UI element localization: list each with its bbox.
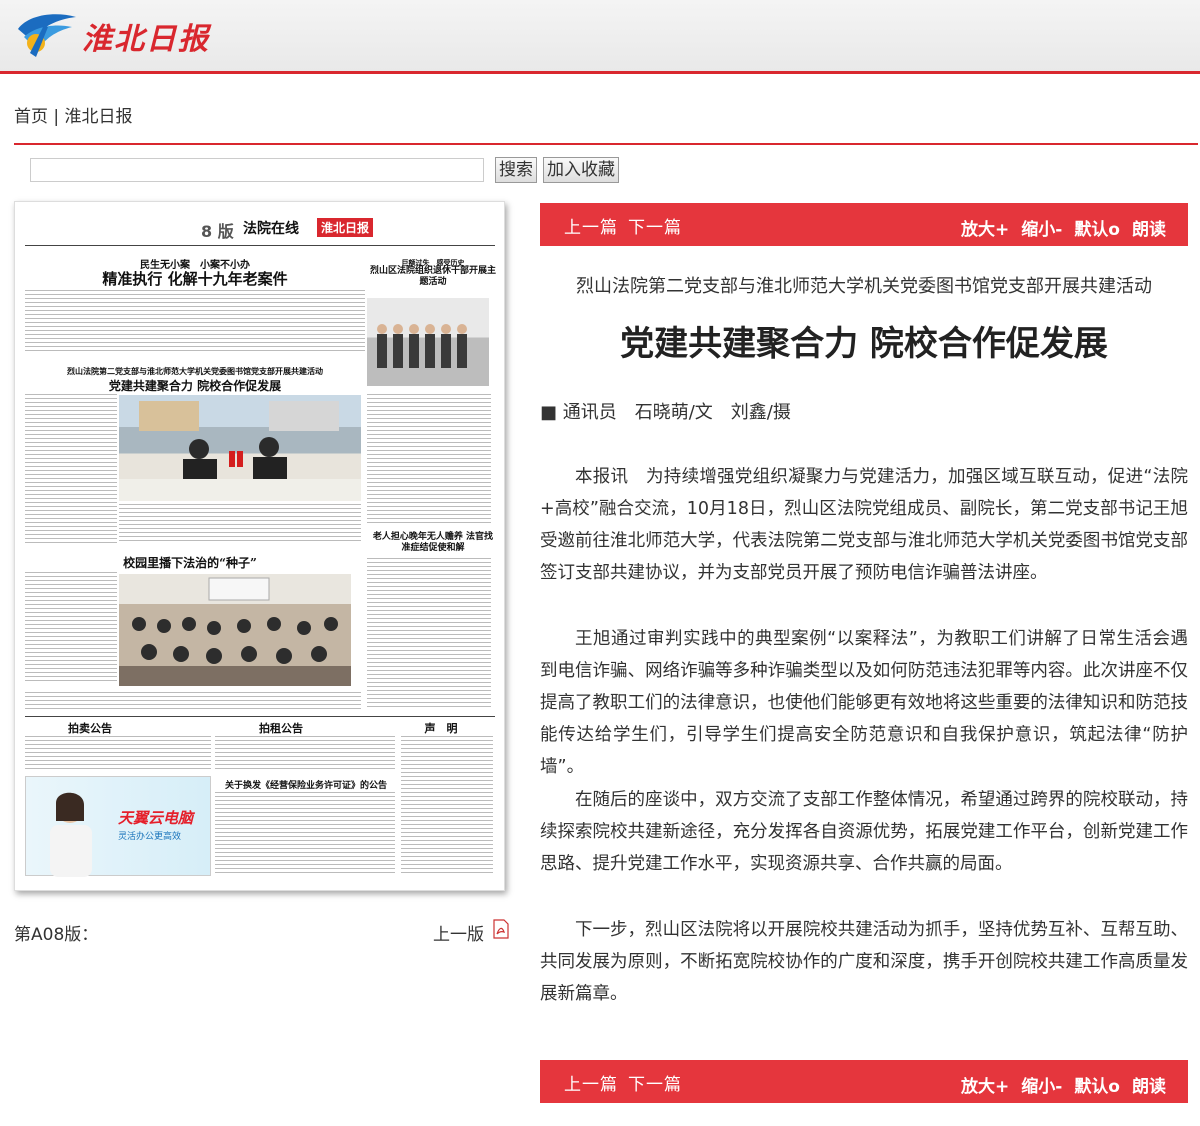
add-favorite-button[interactable]: 加入收藏 [543,157,619,183]
paper-headline: 精准执行 化解十九年老案件 [102,270,288,288]
ad-subtitle: 灵活办公更高效 [118,832,182,842]
ad-title: 天翼云电脑 [118,809,194,827]
pdf-icon[interactable] [492,919,510,939]
article-tools: 放大+ 缩小- 默认o 朗读 [949,215,1166,240]
search-input[interactable] [30,158,484,182]
prev-article-link[interactable]: 上一篇 [564,218,618,238]
breadcrumb-current[interactable]: 淮北日报 [65,107,133,127]
paper-photo-signing [119,395,361,501]
breadcrumb-separator: | [48,107,65,127]
article-paragraph: 下一步，烈山区法院将以开展院校共建活动为抓手，坚持优势互补、互帮互助、共同发展为… [540,920,1188,1004]
paper-section-name: 法院在线 [243,221,299,237]
photo-illustration [377,324,467,368]
article-toolbar-bottom: 上一篇 下一篇 放大+ 缩小- 默认o 朗读 [540,1060,1188,1103]
zoom-out-button[interactable]: 缩小- [1021,1077,1062,1097]
paper-photo-group [367,298,489,386]
paper-notice-title: 拍卖公告 [68,722,112,735]
zoom-in-button[interactable]: 放大+ [961,1077,1009,1097]
article-paragraph: 本报讯 为持续增强党组织凝聚力与党建活力，加强区域互联互动，促进“法院+高校”融… [540,467,1188,583]
default-size-button[interactable]: 默认o [1074,220,1120,240]
newspaper-page-thumbnail[interactable]: 8 版 法院在线 淮北日报 民生无小案 小案不小办 精准执行 化解十九年老案件 … [14,201,505,891]
photo-illustration [119,401,361,501]
prev-article-link[interactable]: 上一篇 [564,1075,618,1095]
paper-text-block [25,692,361,710]
paper-text-block [215,792,395,876]
logo-text: 淮北日报 [82,22,210,57]
page-label: 第A08版： [14,925,99,945]
paper-headline-kicker: 烈山法院第二党支部与淮北师范大学机关党委图书馆党支部开展共建活动 [67,366,323,376]
paper-text-block [367,394,491,524]
article-nav: 上一篇 下一篇 [564,1070,692,1095]
paper-text-block [367,558,491,708]
site-logo[interactable]: 淮北日报 [14,6,210,66]
next-article-link[interactable]: 下一篇 [628,218,682,238]
paper-logo: 淮北日报 [317,218,374,237]
article-subtitle: 烈山法院第二党支部与淮北师范大学机关党委图书馆党支部开展共建活动 [576,276,1152,297]
read-aloud-button[interactable]: 朗读 [1132,220,1166,240]
divider [14,143,1198,145]
read-aloud-button[interactable]: 朗读 [1132,1077,1166,1097]
paper-masthead: 8 版 法院在线 淮北日报 [25,212,495,246]
paper-photo-classroom [119,574,351,686]
next-article-link[interactable]: 下一篇 [628,1075,682,1095]
default-size-button[interactable]: 默认o [1074,1077,1120,1097]
paper-text-block [401,736,493,876]
article-title: 党建共建聚合力 院校合作促发展 [620,324,1108,364]
site-header: 淮北日报 [0,0,1200,74]
paper-text-block [25,736,211,772]
paper-text-block [215,736,395,772]
photo-illustration [119,574,351,686]
article-nav: 上一篇 下一篇 [564,213,692,238]
zoom-out-button[interactable]: 缩小- [1021,220,1062,240]
paper-page-number: 8 版 [201,222,234,241]
paper-text-block [25,394,117,544]
paper-notice-title: 拍租公告 [259,722,303,735]
article-paragraph: 在随后的座谈中，双方交流了支部工作整体情况，希望通过跨界的院校联动，持续探索院校… [540,790,1188,874]
paper-text-block [25,290,365,352]
paper-headline: 烈山区法院组织退休干部开展主题活动 [370,266,497,287]
paper-ad: 天翼云电脑 灵活办公更高效 [25,776,211,877]
paper-text-block [25,572,117,682]
article-toolbar-top: 上一篇 下一篇 放大+ 缩小- 默认o 朗读 [540,203,1188,246]
paper-headline: 老人担心晚年无人赡养 法官找准症结促使和解 [372,532,494,553]
breadcrumb-home[interactable]: 首页 [14,107,48,127]
paper-text-block [119,504,361,544]
paper-notice-title: 关于换发《经营保险业务许可证》的公告 [224,781,387,791]
breadcrumb: 首页 | 淮北日报 [14,102,133,127]
article-byline: ■ 通讯员 石晓萌/文 刘鑫/摄 [540,402,791,423]
article-paragraph: 王旭通过审判实践中的典型案例“以案释法”，为教职工们讲解了日常生活会遇到电信诈骗… [540,629,1188,777]
search-button[interactable]: 搜索 [495,157,537,183]
logo-icon [18,14,76,57]
article-tools: 放大+ 缩小- 默认o 朗读 [949,1072,1166,1097]
paper-divider [25,716,495,717]
paper-headline: 党建共建聚合力 院校合作促发展 [108,379,282,393]
paper-notice-title: 声 明 [424,722,458,735]
prev-page-link[interactable]: 上一版 [433,920,484,945]
paper-headline: 校园里播下法治的“种子” [123,556,257,570]
zoom-in-button[interactable]: 放大+ [961,220,1009,240]
ad-person-icon [50,792,92,877]
